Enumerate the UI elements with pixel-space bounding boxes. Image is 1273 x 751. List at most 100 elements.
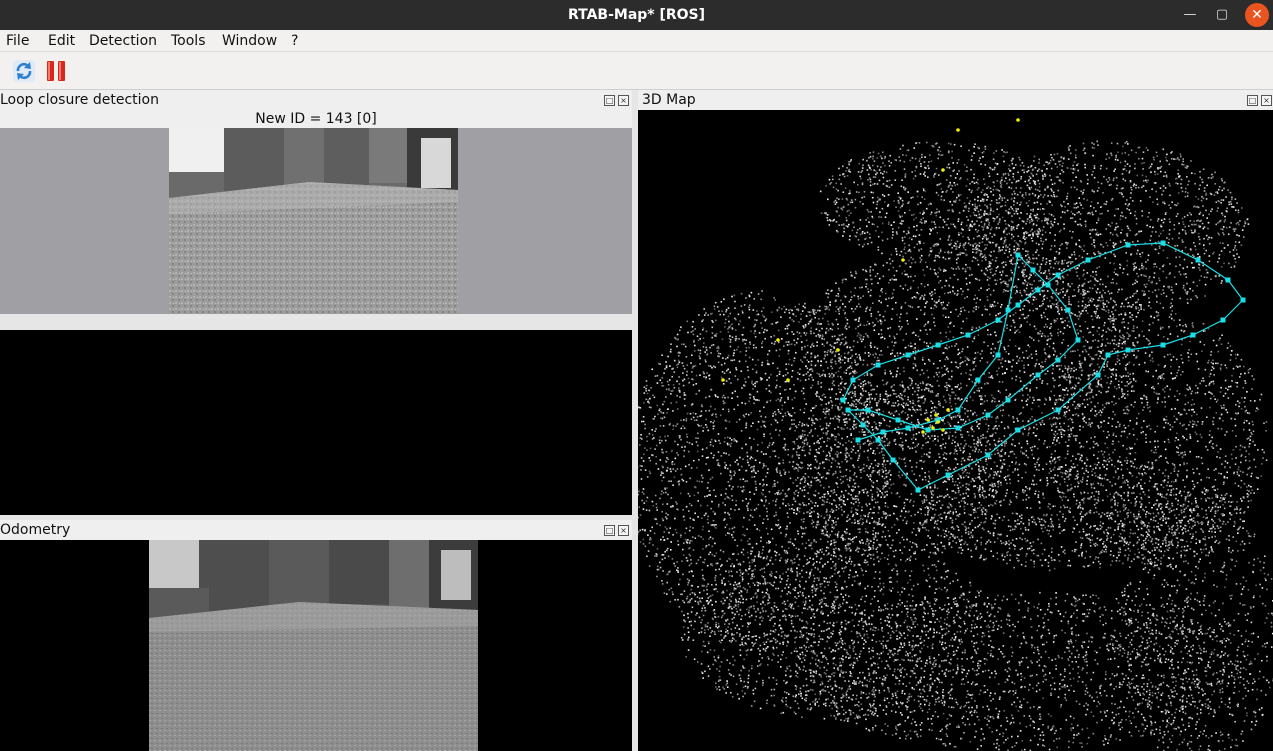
pause-icon[interactable] bbox=[44, 59, 68, 83]
trajectory-node bbox=[915, 487, 921, 493]
trajectory-node bbox=[1005, 307, 1011, 313]
trajectory-node bbox=[1195, 257, 1201, 263]
loop-closure-panel-controls: □ × bbox=[604, 95, 632, 107]
trajectory-node bbox=[995, 317, 1001, 323]
trajectory-node bbox=[875, 362, 881, 368]
feature-point bbox=[721, 378, 725, 382]
menu-help[interactable]: ? bbox=[291, 32, 298, 50]
trajectory-node bbox=[1160, 342, 1166, 348]
menu-tools[interactable]: Tools bbox=[171, 32, 206, 50]
trajectory-node bbox=[860, 422, 866, 428]
refresh-icon[interactable] bbox=[12, 59, 36, 83]
float-icon[interactable]: □ bbox=[1247, 95, 1258, 106]
toolbar bbox=[0, 52, 1273, 90]
new-id-label: New ID = 143 [0] bbox=[255, 111, 377, 127]
feature-point bbox=[926, 418, 930, 422]
feature-point bbox=[1016, 118, 1020, 122]
odometry-panel-header: Odometry bbox=[0, 520, 632, 540]
trajectory-node bbox=[890, 457, 896, 463]
close-icon[interactable]: ✕ bbox=[1245, 3, 1269, 27]
trajectory-node bbox=[865, 407, 871, 413]
menu-edit[interactable]: Edit bbox=[48, 32, 75, 50]
trajectory-node bbox=[1055, 272, 1061, 278]
feature-point bbox=[931, 426, 935, 430]
trajectory-node bbox=[985, 412, 991, 418]
trajectory-node bbox=[945, 472, 951, 478]
feature-point bbox=[786, 378, 790, 382]
map-panel-controls: □ × bbox=[1247, 95, 1273, 107]
trajectory-node bbox=[1055, 407, 1061, 413]
feature-point bbox=[921, 430, 925, 434]
feature-point bbox=[936, 420, 940, 424]
close-icon[interactable]: × bbox=[1261, 95, 1272, 106]
title-bar: RTAB-Map* [ROS] — ▢ ✕ bbox=[0, 0, 1273, 30]
trajectory-node bbox=[1035, 287, 1041, 293]
trajectory-node bbox=[1045, 282, 1051, 288]
loop-closure-match-view bbox=[0, 330, 632, 515]
trajectory-node bbox=[1125, 242, 1131, 248]
trajectory-node bbox=[985, 452, 991, 458]
trajectory-node bbox=[1190, 332, 1196, 338]
trajectory-node bbox=[1030, 267, 1036, 273]
trajectory-node bbox=[845, 407, 851, 413]
window-title: RTAB-Map* [ROS] bbox=[567, 7, 706, 23]
trajectory-node bbox=[1085, 257, 1091, 263]
feature-point bbox=[941, 168, 945, 172]
odometry-panel-title: Odometry bbox=[0, 522, 71, 538]
minimize-icon[interactable]: — bbox=[1178, 3, 1202, 27]
trajectory-node bbox=[955, 425, 961, 431]
close-icon[interactable]: × bbox=[618, 525, 629, 536]
trajectory-node bbox=[1160, 240, 1166, 246]
float-icon[interactable]: □ bbox=[604, 525, 615, 536]
trajectory-node bbox=[1240, 297, 1246, 303]
trajectory-node bbox=[925, 427, 931, 433]
feature-point bbox=[956, 128, 960, 132]
trajectory-node bbox=[1055, 357, 1061, 363]
trajectory-node bbox=[880, 429, 886, 435]
map-panel-header: 3D Map bbox=[638, 90, 1273, 110]
loop-closure-separator bbox=[0, 314, 632, 330]
menu-window[interactable]: Window bbox=[222, 32, 277, 50]
menu-bar: File Edit Detection Tools Window ? bbox=[0, 30, 1273, 52]
trajectory-node bbox=[875, 437, 881, 443]
feature-point bbox=[946, 408, 950, 412]
trajectory-node bbox=[1015, 302, 1021, 308]
loop-closure-panel-title: Loop closure detection bbox=[0, 92, 159, 108]
point-cloud-canvas[interactable] bbox=[638, 110, 1273, 751]
trajectory-node bbox=[1125, 347, 1131, 353]
feature-point bbox=[901, 258, 905, 262]
trajectory-node bbox=[965, 332, 971, 338]
loop-closure-camera-image bbox=[169, 128, 458, 314]
3d-map-view[interactable] bbox=[638, 110, 1273, 751]
feature-point bbox=[776, 338, 780, 342]
trajectory-node bbox=[1065, 307, 1071, 313]
feature-point bbox=[836, 348, 840, 352]
trajectory-node bbox=[1220, 317, 1226, 323]
trajectory-node bbox=[1075, 337, 1081, 343]
menu-file[interactable]: File bbox=[6, 32, 29, 50]
trajectory-node bbox=[905, 352, 911, 358]
trajectory-node bbox=[855, 437, 861, 443]
trajectory-node bbox=[1035, 372, 1041, 378]
trajectory-node bbox=[850, 377, 856, 383]
loop-closure-panel-header: Loop closure detection bbox=[0, 90, 632, 110]
map-panel-title: 3D Map bbox=[642, 92, 696, 108]
trajectory-node bbox=[1015, 427, 1021, 433]
trajectory-node bbox=[895, 417, 901, 423]
feature-point bbox=[941, 428, 945, 432]
trajectory-node bbox=[995, 352, 1001, 358]
menu-detection[interactable]: Detection bbox=[89, 32, 157, 50]
trajectory-node bbox=[840, 397, 846, 403]
odometry-camera-image bbox=[149, 540, 478, 751]
trajectory-node bbox=[1005, 397, 1011, 403]
trajectory-node bbox=[1105, 352, 1111, 358]
maximize-icon[interactable]: ▢ bbox=[1210, 3, 1234, 27]
trajectory-node bbox=[955, 407, 961, 413]
feature-point bbox=[934, 413, 938, 417]
float-icon[interactable]: □ bbox=[604, 95, 615, 106]
trajectory-node bbox=[975, 377, 981, 383]
close-icon[interactable]: × bbox=[618, 95, 629, 106]
trajectory-node bbox=[1015, 252, 1021, 258]
odometry-panel-controls: □ × bbox=[604, 525, 632, 537]
trajectory-node bbox=[905, 425, 911, 431]
